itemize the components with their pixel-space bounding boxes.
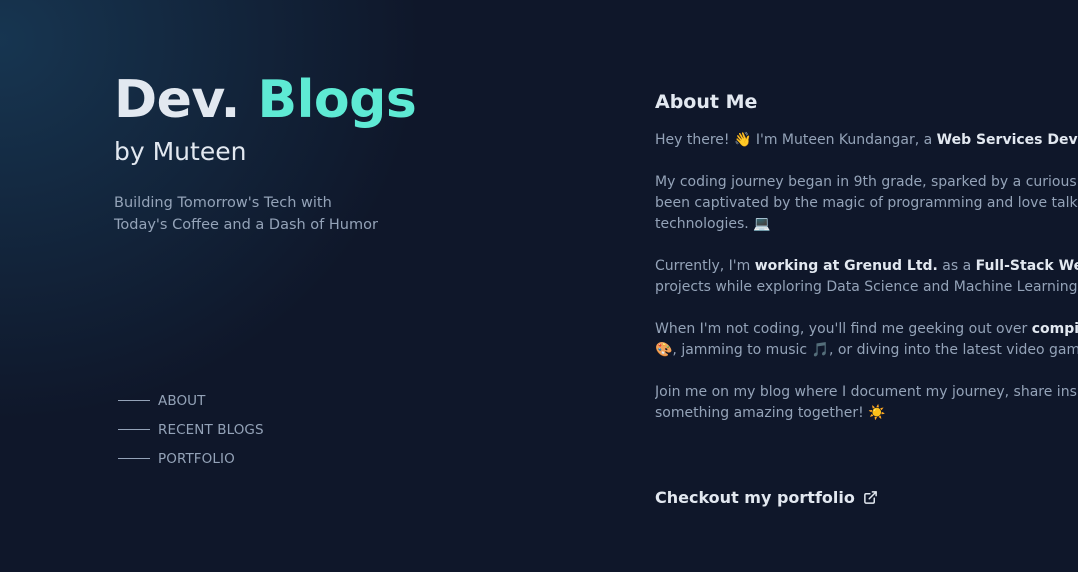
about-paragraph-journey: My coding journey began in 9th grade, sp… (655, 172, 1078, 235)
nav-indicator-line (118, 400, 150, 401)
current-text-b: as a (937, 258, 976, 274)
nav-item-label: PORTFOLIO (158, 450, 235, 467)
hobbies-text-a: When I'm not coding, you'll find me geek… (655, 321, 1032, 337)
nav-item-about[interactable]: ABOUT (118, 386, 264, 415)
current-line-2: projects while exploring Data Science an… (655, 279, 1078, 295)
portfolio-link[interactable]: Checkout my portfolio (655, 488, 878, 507)
nav-indicator-line (118, 429, 150, 430)
about-section: About Me Hey there! 👋 I'm Muteen Kundang… (655, 86, 1078, 507)
nav-item-label: RECENT BLOGS (158, 421, 264, 438)
current-text-a: Currently, I'm (655, 258, 755, 274)
about-paragraph-intro: Hey there! 👋 I'm Muteen Kundangar, a Web… (655, 130, 1078, 151)
about-paragraph-join: Join me on my blog where I document my j… (655, 382, 1078, 424)
portfolio-link-label: Checkout my portfolio (655, 488, 855, 507)
hobbies-line-2: 🎨, jamming to music 🎵, or diving into th… (655, 342, 1078, 358)
journey-line-3: technologies. 💻 (655, 216, 771, 232)
about-paragraph-current: Currently, I'm working at Grenud Ltd. as… (655, 256, 1078, 298)
author-byline: by Muteen (114, 137, 247, 166)
about-heading: About Me (655, 91, 758, 113)
site-title: Dev. Blogs (114, 64, 534, 136)
site-title-main: Dev. (114, 70, 240, 130)
intro-text: Hey there! 👋 I'm Muteen Kundangar, a (655, 132, 937, 148)
nav-indicator-line (118, 458, 150, 459)
journey-line-1: My coding journey began in 9th grade, sp… (655, 174, 1077, 190)
current-employer: working at Grenud Ltd. (754, 258, 938, 274)
section-nav: ABOUT RECENT BLOGS PORTFOLIO (118, 386, 264, 473)
nav-item-label: ABOUT (158, 392, 206, 409)
journey-line-2: been captivated by the magic of programm… (655, 195, 1078, 211)
join-line-1: Join me on my blog where I document my j… (655, 384, 1078, 400)
nav-item-recent-blogs[interactable]: RECENT BLOGS (118, 415, 264, 444)
tagline-line-1: Building Tomorrow's Tech with (114, 195, 332, 211)
hobbies-bold: compile (1031, 321, 1078, 337)
tagline-line-2: Today's Coffee and a Dash of Humor (114, 217, 378, 233)
site-title-accent: Blogs (257, 70, 417, 130)
intro-role: Web Services Develop (936, 132, 1078, 148)
external-link-icon (863, 491, 877, 504)
tagline: Building Tomorrow's Tech with Today's Co… (114, 192, 414, 236)
about-paragraph-hobbies: When I'm not coding, you'll find me geek… (655, 319, 1078, 361)
nav-item-portfolio[interactable]: PORTFOLIO (118, 444, 264, 473)
site-header: Dev. Blogs by Muteen Building Tomorrow's… (114, 64, 534, 236)
join-line-2: something amazing together! ☀️ (655, 405, 886, 421)
current-role: Full-Stack Web De (975, 258, 1078, 274)
